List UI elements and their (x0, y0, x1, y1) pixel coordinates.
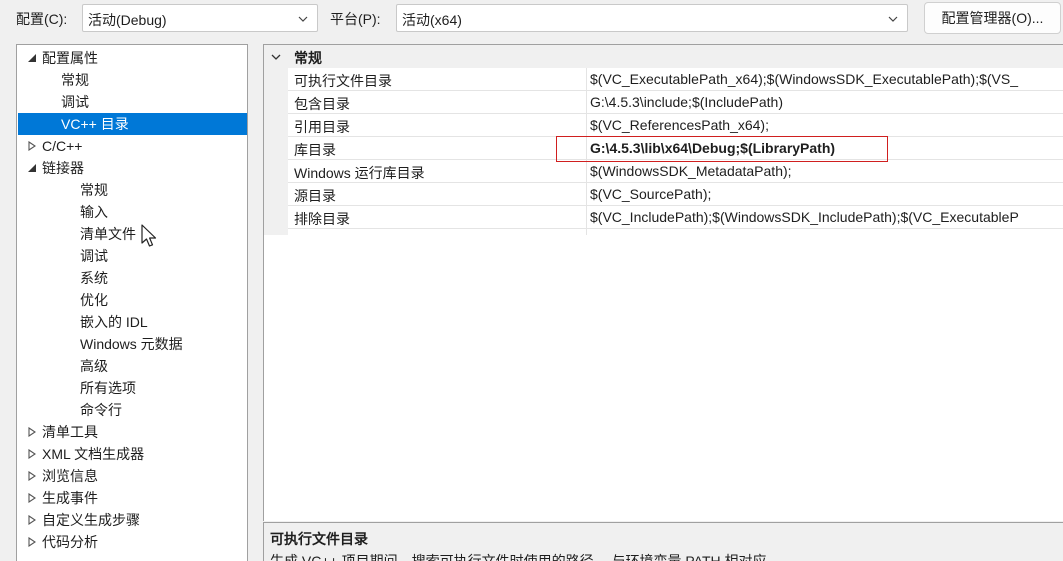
tree-item[interactable]: VC++ 目录 (18, 113, 247, 135)
tree-item-label: 常规 (61, 72, 89, 88)
tree-item[interactable]: 所有选项 (18, 377, 247, 399)
property-name: 包含目录 (294, 96, 350, 112)
collapsed-triangle-icon[interactable] (27, 427, 37, 437)
tree-item[interactable]: 自定义生成步骤 (18, 509, 247, 531)
tree-item[interactable]: 优化 (18, 289, 247, 311)
property-value[interactable]: $(WindowsSDK_MetadataPath); (590, 163, 792, 179)
tree-item[interactable]: XML 文档生成器 (18, 443, 247, 465)
mouse-cursor-icon (141, 224, 157, 247)
tree-item[interactable]: 常规 (18, 69, 247, 91)
tree-item-label: 生成事件 (42, 490, 98, 506)
tree-item[interactable]: 生成事件 (18, 487, 247, 509)
category-header[interactable]: 常规 (264, 45, 1063, 68)
property-row[interactable]: 排除目录 $(VC_IncludePath);$(WindowsSDK_Inclu… (288, 206, 1063, 229)
tree-item[interactable]: 链接器 (18, 157, 247, 179)
property-row[interactable]: 引用目录 $(VC_ReferencesPath_x64); (288, 114, 1063, 137)
tree-item-label: 配置属性 (42, 50, 98, 66)
tree-item-label: 代码分析 (42, 534, 98, 550)
property-value[interactable]: G:\4.5.3\include;$(IncludePath) (590, 94, 783, 110)
tree-item[interactable]: C/C++ (18, 135, 247, 157)
property-value[interactable]: $(VC_IncludePath);$(WindowsSDK_IncludePa… (590, 209, 1019, 225)
tree-item[interactable]: 嵌入的 IDL (18, 311, 247, 333)
collapsed-triangle-icon[interactable] (27, 471, 37, 481)
chevron-down-icon[interactable] (271, 52, 281, 62)
collapsed-triangle-icon[interactable] (27, 141, 37, 151)
property-name: 可执行文件目录 (294, 73, 392, 89)
property-value[interactable]: G:\4.5.3\lib\x64\Debug;$(LibraryPath) (590, 140, 835, 156)
property-tree[interactable]: 配置属性 常规 调试 VC++ 目录 C/C++ 链接器 常规 输入 清单文件 调试 系统 优化 嵌入的… (16, 44, 248, 561)
tree-item-label: 调试 (61, 94, 89, 110)
config-label: 配置(C): (16, 11, 68, 27)
description-text: 生成 VC++ 项目期间，搜索可执行文件时使用的路径。 与环境变量 PATH 相… (270, 553, 781, 561)
tree-item-label: 命令行 (80, 402, 122, 418)
tree-item-label: 自定义生成步骤 (42, 512, 140, 528)
category-label: 常规 (294, 50, 322, 66)
tree-item[interactable]: 系统 (18, 267, 247, 289)
tree-item-label: 优化 (80, 292, 108, 308)
platform-label: 平台(P): (330, 11, 381, 27)
property-name: 源目录 (294, 188, 336, 204)
configuration-manager-button[interactable]: 配置管理器(O)... (924, 2, 1061, 34)
tree-item-label: 链接器 (42, 160, 84, 176)
property-name: Windows 运行库目录 (294, 165, 425, 181)
property-name: 排除目录 (294, 211, 350, 227)
collapsed-triangle-icon[interactable] (27, 515, 37, 525)
collapsed-triangle-icon[interactable] (27, 537, 37, 547)
collapsed-triangle-icon[interactable] (27, 449, 37, 459)
tree-item[interactable]: 高级 (18, 355, 247, 377)
tree-item-label: 输入 (80, 204, 108, 220)
platform-value: 活动(x64) (402, 12, 462, 28)
tree-item[interactable]: 调试 (18, 91, 247, 113)
property-value[interactable]: $(VC_SourcePath); (590, 186, 711, 202)
tree-item-label: 系统 (80, 270, 108, 286)
tree-item[interactable]: 代码分析 (18, 531, 247, 553)
configuration-value: 活动(Debug) (88, 12, 167, 28)
tree-item[interactable]: 命令行 (18, 399, 247, 421)
tree-item-label: VC++ 目录 (61, 116, 129, 132)
tree-item[interactable]: Windows 元数据 (18, 333, 247, 355)
expanded-triangle-icon[interactable] (27, 53, 37, 63)
chevron-down-icon (888, 16, 898, 22)
property-name: 引用目录 (294, 119, 350, 135)
platform-dropdown[interactable]: 活动(x64) (396, 4, 908, 32)
property-value[interactable]: $(VC_ExecutablePath_x64);$(WindowsSDK_Ex… (590, 71, 1018, 87)
property-row[interactable]: 源目录 $(VC_SourcePath); (288, 183, 1063, 206)
tree-item-label: 清单工具 (42, 424, 98, 440)
property-value[interactable]: $(VC_ReferencesPath_x64); (590, 117, 769, 133)
tree-item-label: 所有选项 (80, 380, 136, 396)
tree-item[interactable]: 输入 (18, 201, 247, 223)
chevron-down-icon (298, 16, 308, 22)
tree-item[interactable]: 常规 (18, 179, 247, 201)
tree-item[interactable]: 清单工具 (18, 421, 247, 443)
property-row[interactable]: 包含目录 G:\4.5.3\include;$(IncludePath) (288, 91, 1063, 114)
property-row[interactable]: 可执行文件目录 $(VC_ExecutablePath_x64);$(Window… (288, 68, 1063, 91)
tree-item[interactable]: 浏览信息 (18, 465, 247, 487)
property-grid: 常规 可执行文件目录 $(VC_ExecutablePath_x64);$(Win… (263, 44, 1063, 521)
tree-item[interactable]: 调试 (18, 245, 247, 267)
description-panel: 可执行文件目录 生成 VC++ 项目期间，搜索可执行文件时使用的路径。 与环境变… (263, 522, 1063, 561)
tree-item-label: 嵌入的 IDL (80, 314, 148, 330)
property-row[interactable]: 库目录 G:\4.5.3\lib\x64\Debug;$(LibraryPath) (288, 137, 1063, 160)
tree-item-label: C/C++ (42, 138, 83, 154)
tree-item[interactable]: 清单文件 (18, 223, 247, 245)
tree-item-label: 调试 (80, 248, 108, 264)
tree-item-label: 浏览信息 (42, 468, 98, 484)
description-title: 可执行文件目录 (270, 531, 368, 547)
expanded-triangle-icon[interactable] (27, 163, 37, 173)
tree-item-label: 常规 (80, 182, 108, 198)
grid-margin-strip (264, 45, 288, 235)
tree-item[interactable]: 配置属性 (18, 47, 247, 69)
property-name: 库目录 (294, 142, 336, 158)
tree-item-label: Windows 元数据 (80, 336, 183, 352)
collapsed-triangle-icon[interactable] (27, 493, 37, 503)
configuration-dropdown[interactable]: 活动(Debug) (82, 4, 318, 32)
tree-item-label: XML 文档生成器 (42, 446, 145, 462)
tree-item-label: 清单文件 (80, 226, 136, 242)
property-row[interactable]: Windows 运行库目录 $(WindowsSDK_MetadataPath); (288, 160, 1063, 183)
configuration-toolbar: 配置(C): 活动(Debug) 平台(P): 活动(x64) 配置管理器(O)… (0, 0, 1063, 38)
tree-item-label: 高级 (80, 358, 108, 374)
